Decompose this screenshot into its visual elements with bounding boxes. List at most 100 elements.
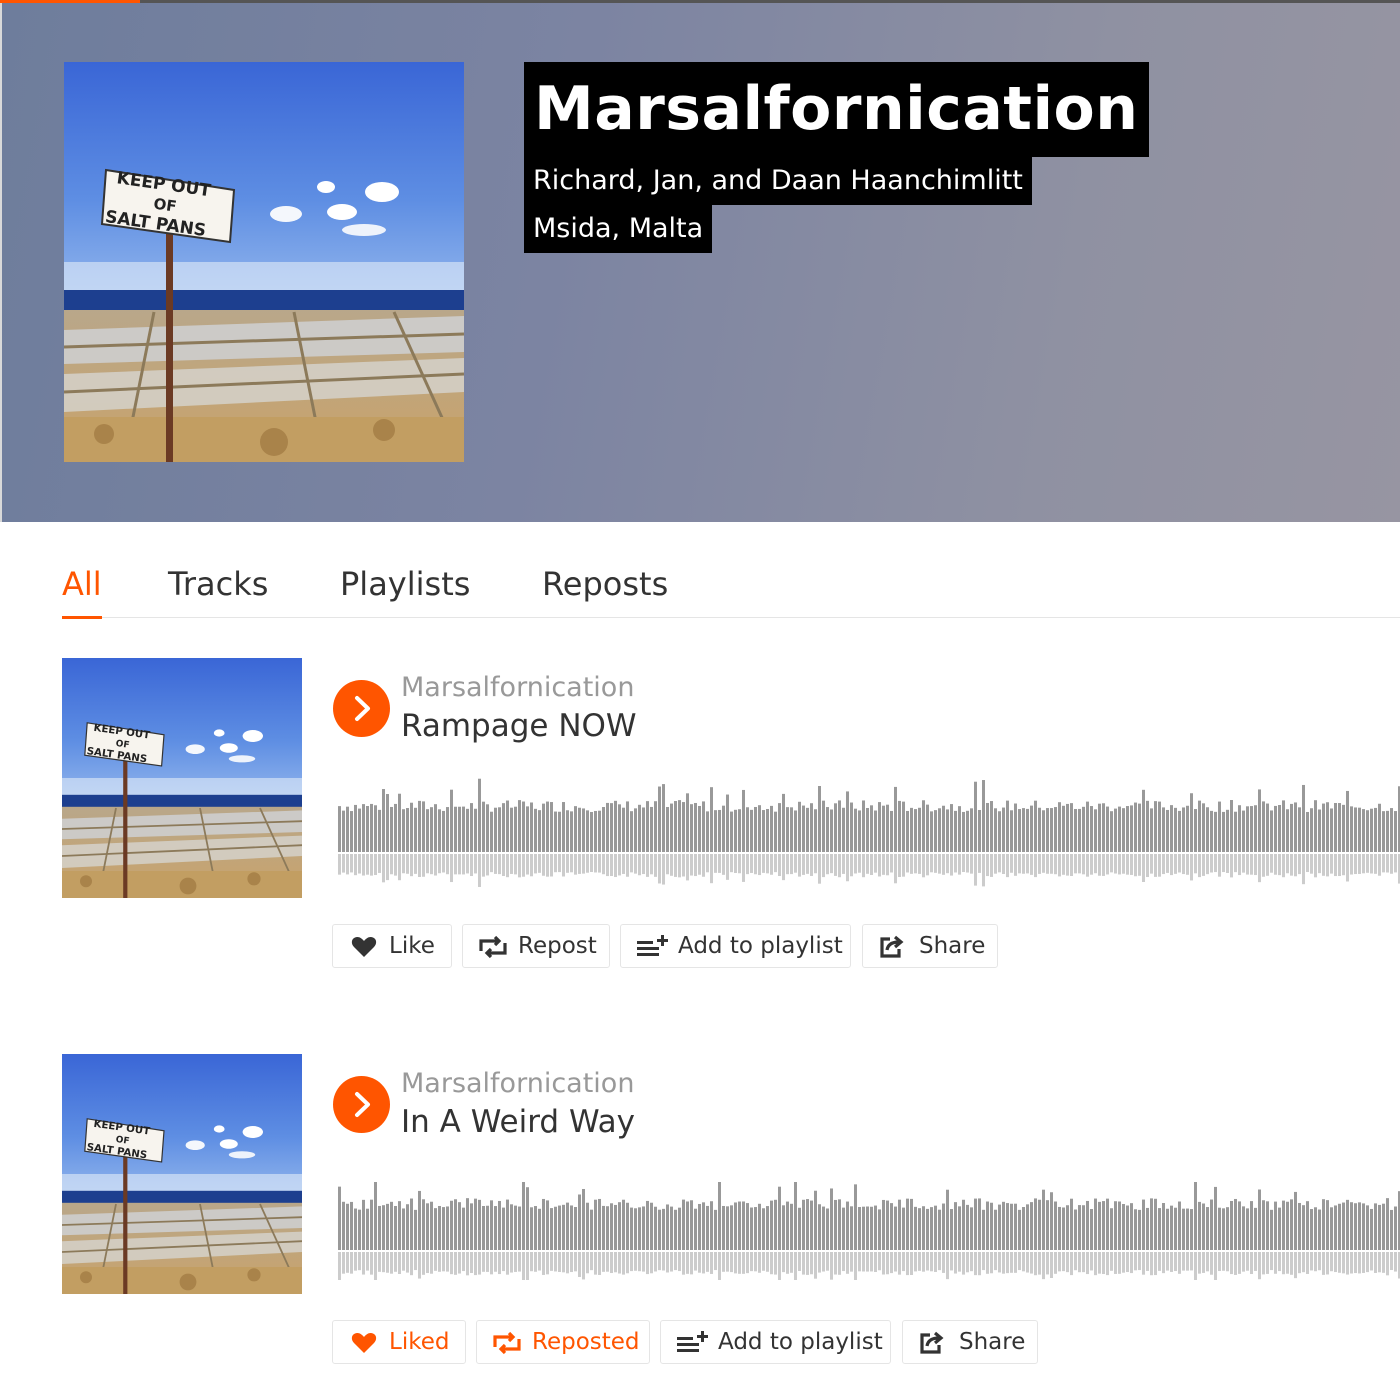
tab-playlists[interactable]: Playlists <box>340 555 470 618</box>
waveform-bar <box>938 808 941 852</box>
waveform-bar <box>530 802 533 852</box>
waveform-bar-reflection <box>438 1252 441 1272</box>
waveform-bar-reflection <box>818 1252 821 1273</box>
track-item: Marsalfornication In A Weird Way Liked R… <box>0 1054 1400 1374</box>
track-artist[interactable]: Marsalfornication <box>401 672 634 703</box>
play-button[interactable] <box>333 680 390 737</box>
waveform-bar <box>1234 811 1237 852</box>
tab-all[interactable]: All <box>62 555 102 619</box>
waveform-bar-reflection <box>1050 1252 1053 1278</box>
profile-name: Marsalfornication <box>524 62 1149 157</box>
waveform-bar <box>346 1203 349 1250</box>
share-button[interactable]: Share <box>902 1320 1038 1364</box>
waveform-bar-reflection <box>950 854 953 876</box>
waveform-bar-reflection <box>378 854 381 873</box>
tab-reposts[interactable]: Reposts <box>542 555 668 618</box>
waveform-bar-reflection <box>1006 854 1009 878</box>
waveform-bar-reflection <box>1370 1252 1373 1271</box>
waveform-bar-reflection <box>1238 1252 1241 1274</box>
waveform-bar-reflection <box>1042 854 1045 873</box>
waveform-bar-reflection <box>1338 854 1341 877</box>
waveform-bar <box>946 809 949 852</box>
waveform-bar <box>994 1209 997 1250</box>
track-title[interactable]: In A Weird Way <box>401 1104 635 1140</box>
repost-button[interactable]: Repost <box>462 924 610 968</box>
like-button[interactable]: Like <box>332 924 452 968</box>
waveform-bar <box>1214 1186 1217 1250</box>
waveform-bar-reflection <box>418 854 421 878</box>
waveform-bar <box>910 1198 913 1250</box>
waveform-bar-reflection <box>1334 1252 1337 1273</box>
waveform-bar <box>606 1206 609 1250</box>
waveform-bar-reflection <box>1286 854 1289 874</box>
waveform[interactable] <box>332 1180 1400 1280</box>
like-button[interactable]: Liked <box>332 1320 466 1364</box>
waveform-bar-reflection <box>806 854 809 874</box>
add-to-playlist-button[interactable]: Add to playlist <box>660 1320 891 1364</box>
waveform[interactable] <box>332 776 1400 888</box>
waveform-bar-reflection <box>370 1252 373 1275</box>
track-title[interactable]: Rampage NOW <box>401 708 637 744</box>
waveform-bar-reflection <box>502 1252 505 1272</box>
waveform-bar-reflection <box>458 1252 461 1274</box>
waveform-bar <box>534 1206 537 1250</box>
waveform-bar-reflection <box>730 854 733 873</box>
waveform-bar-reflection <box>478 1252 481 1275</box>
waveform-bar <box>562 1204 565 1250</box>
waveform-bar <box>1142 1199 1145 1250</box>
waveform-bar <box>846 791 849 852</box>
waveform-bar <box>922 800 925 852</box>
waveform-bar-reflection <box>990 1252 993 1274</box>
heart-icon <box>351 936 377 957</box>
waveform-bar-reflection <box>394 1252 397 1272</box>
waveform-bar <box>882 805 885 852</box>
waveform-bar-reflection <box>834 854 837 876</box>
waveform-bar <box>1050 808 1053 852</box>
share-button[interactable]: Share <box>862 924 998 968</box>
waveform-bar <box>1170 805 1173 852</box>
waveform-bar <box>818 1204 821 1250</box>
play-icon <box>355 696 370 721</box>
waveform-bar <box>854 1184 857 1250</box>
waveform-bar <box>1394 811 1397 852</box>
waveform-bar-reflection <box>862 1252 865 1272</box>
waveform-bar <box>650 1202 653 1250</box>
add-to-playlist-button[interactable]: Add to playlist <box>620 924 851 968</box>
track-artist[interactable]: Marsalfornication <box>401 1068 634 1099</box>
waveform-bar-reflection <box>1274 1252 1277 1274</box>
track-artwork[interactable] <box>62 658 302 898</box>
waveform-bar-reflection <box>826 854 829 875</box>
waveform-bar <box>1350 1202 1353 1250</box>
waveform-bar-reflection <box>518 854 521 878</box>
waveform-bar-reflection <box>1026 854 1029 874</box>
track-artwork[interactable] <box>62 1054 302 1294</box>
waveform-bar <box>770 805 773 852</box>
waveform-bar-reflection <box>902 1252 905 1272</box>
tab-tracks[interactable]: Tracks <box>168 555 268 618</box>
waveform-bar-reflection <box>1090 854 1093 875</box>
waveform-bar-reflection <box>718 854 721 873</box>
waveform-bar <box>454 1199 457 1250</box>
play-button[interactable] <box>333 1076 390 1133</box>
waveform-bar <box>1062 805 1065 852</box>
waveform-bar-reflection <box>566 854 569 873</box>
waveform-bar-reflection <box>1142 854 1145 882</box>
waveform-bar <box>1306 811 1309 852</box>
repost-button[interactable]: Reposted <box>476 1320 650 1364</box>
waveform-bar-reflection <box>894 854 897 884</box>
waveform-bar <box>1362 809 1365 852</box>
waveform-bar <box>1062 1207 1065 1250</box>
waveform-bar-reflection <box>1146 1252 1149 1271</box>
waveform-bar-reflection <box>510 1252 513 1273</box>
waveform-bar-reflection <box>858 1252 861 1272</box>
waveform-bar-reflection <box>858 854 861 873</box>
waveform-bar-reflection <box>734 854 737 873</box>
waveform-bar <box>1262 801 1265 852</box>
waveform-bar-reflection <box>346 1252 349 1273</box>
waveform-bar-reflection <box>718 1252 721 1280</box>
waveform-bar-reflection <box>446 854 449 875</box>
waveform-bar-reflection <box>814 1252 817 1279</box>
profile-artwork[interactable] <box>64 62 464 462</box>
waveform-bar-reflection <box>506 854 509 878</box>
waveform-bar-reflection <box>746 1252 749 1274</box>
